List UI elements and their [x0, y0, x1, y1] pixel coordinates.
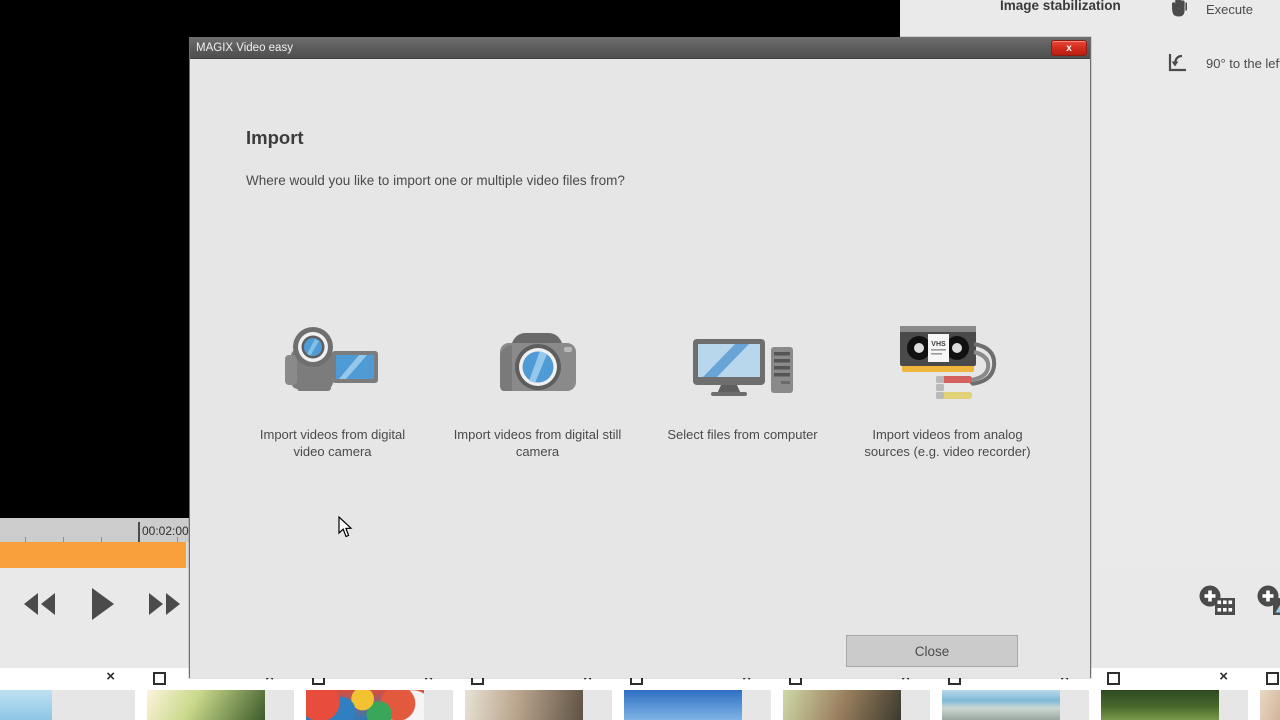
vhs-cassette-icon: VHS	[858, 309, 1038, 419]
tool-row-rotate-left[interactable]: 90° to the left	[1166, 50, 1280, 76]
add-video-icon[interactable]	[1198, 585, 1238, 624]
close-button[interactable]: Close	[846, 635, 1018, 667]
hand-icon	[1166, 0, 1192, 22]
page-subtitle: Where would you like to import one or mu…	[246, 173, 625, 188]
close-icon[interactable]: ×	[1219, 668, 1228, 686]
desktop-computer-icon	[653, 309, 833, 419]
dialog-body: Import Where would you like to import on…	[190, 59, 1090, 678]
thumbnail[interactable]	[1260, 690, 1280, 720]
select-checkbox[interactable]	[1107, 672, 1120, 685]
window-title: MAGIX Video easy	[196, 42, 293, 54]
list-item[interactable]: ×	[1089, 668, 1248, 720]
thumbnail[interactable]	[783, 690, 901, 720]
tool-row-execute[interactable]: Execute	[1166, 0, 1253, 22]
timeline-playhead[interactable]	[138, 522, 140, 542]
thumbnail[interactable]	[147, 690, 265, 720]
thumbnail[interactable]	[624, 690, 742, 720]
thumbnail[interactable]	[1101, 690, 1219, 720]
add-media-buttons	[1198, 585, 1280, 624]
add-photo-icon[interactable]	[1256, 585, 1280, 624]
close-window-button[interactable]: x	[1051, 40, 1087, 56]
still-camera-icon	[448, 309, 628, 419]
transport-controls	[18, 585, 186, 623]
play-icon[interactable]	[86, 585, 118, 623]
app-screen: Image stabilization Execute 90° to the l…	[0, 0, 1280, 720]
close-icon[interactable]: ×	[106, 668, 115, 686]
select-checkbox[interactable]	[1266, 672, 1279, 685]
dialog-titlebar[interactable]: MAGIX Video easy x	[190, 38, 1090, 59]
panel-title: Image stabilization	[1000, 0, 1121, 13]
page-title: Import	[246, 127, 304, 148]
thumbnail[interactable]	[306, 690, 424, 720]
rotate-left-icon	[1166, 50, 1192, 76]
thumbnail[interactable]	[942, 690, 1060, 720]
fast-forward-icon[interactable]	[144, 589, 186, 619]
import-option-label: Import videos from analog sources (e.g. …	[864, 427, 1031, 459]
mouse-cursor	[337, 515, 355, 540]
import-option-analog-sources[interactable]: VHS Import videos from analog sources (e…	[845, 309, 1050, 460]
tool-label-rotate-left: 90° to the left	[1206, 55, 1280, 71]
import-option-label: Select files from computer	[667, 427, 818, 442]
svg-text:VHS: VHS	[931, 341, 946, 348]
timeline-clip[interactable]	[0, 542, 186, 568]
camcorder-icon	[243, 309, 423, 419]
rewind-icon[interactable]	[18, 589, 60, 619]
thumbnail[interactable]	[465, 690, 583, 720]
thumbnail[interactable]	[0, 690, 52, 720]
import-option-label: Import videos from digital still camera	[453, 427, 622, 459]
timeline-timecode: 00:02:00	[142, 524, 189, 538]
import-option-digital-video-camera[interactable]: Import videos from digital video camera	[230, 309, 435, 460]
select-checkbox[interactable]	[153, 672, 166, 685]
import-options: Import videos from digital video camera	[230, 309, 1052, 460]
import-option-computer[interactable]: Select files from computer	[640, 309, 845, 444]
import-dialog: MAGIX Video easy x Import Where would yo…	[189, 37, 1091, 678]
tool-label-execute: Execute	[1206, 1, 1253, 17]
import-option-digital-still-camera[interactable]: Import videos from digital still camera	[435, 309, 640, 460]
import-option-label: Import videos from digital video camera	[259, 427, 406, 459]
list-item[interactable]: ×	[0, 668, 135, 720]
list-item[interactable]	[1248, 668, 1280, 720]
